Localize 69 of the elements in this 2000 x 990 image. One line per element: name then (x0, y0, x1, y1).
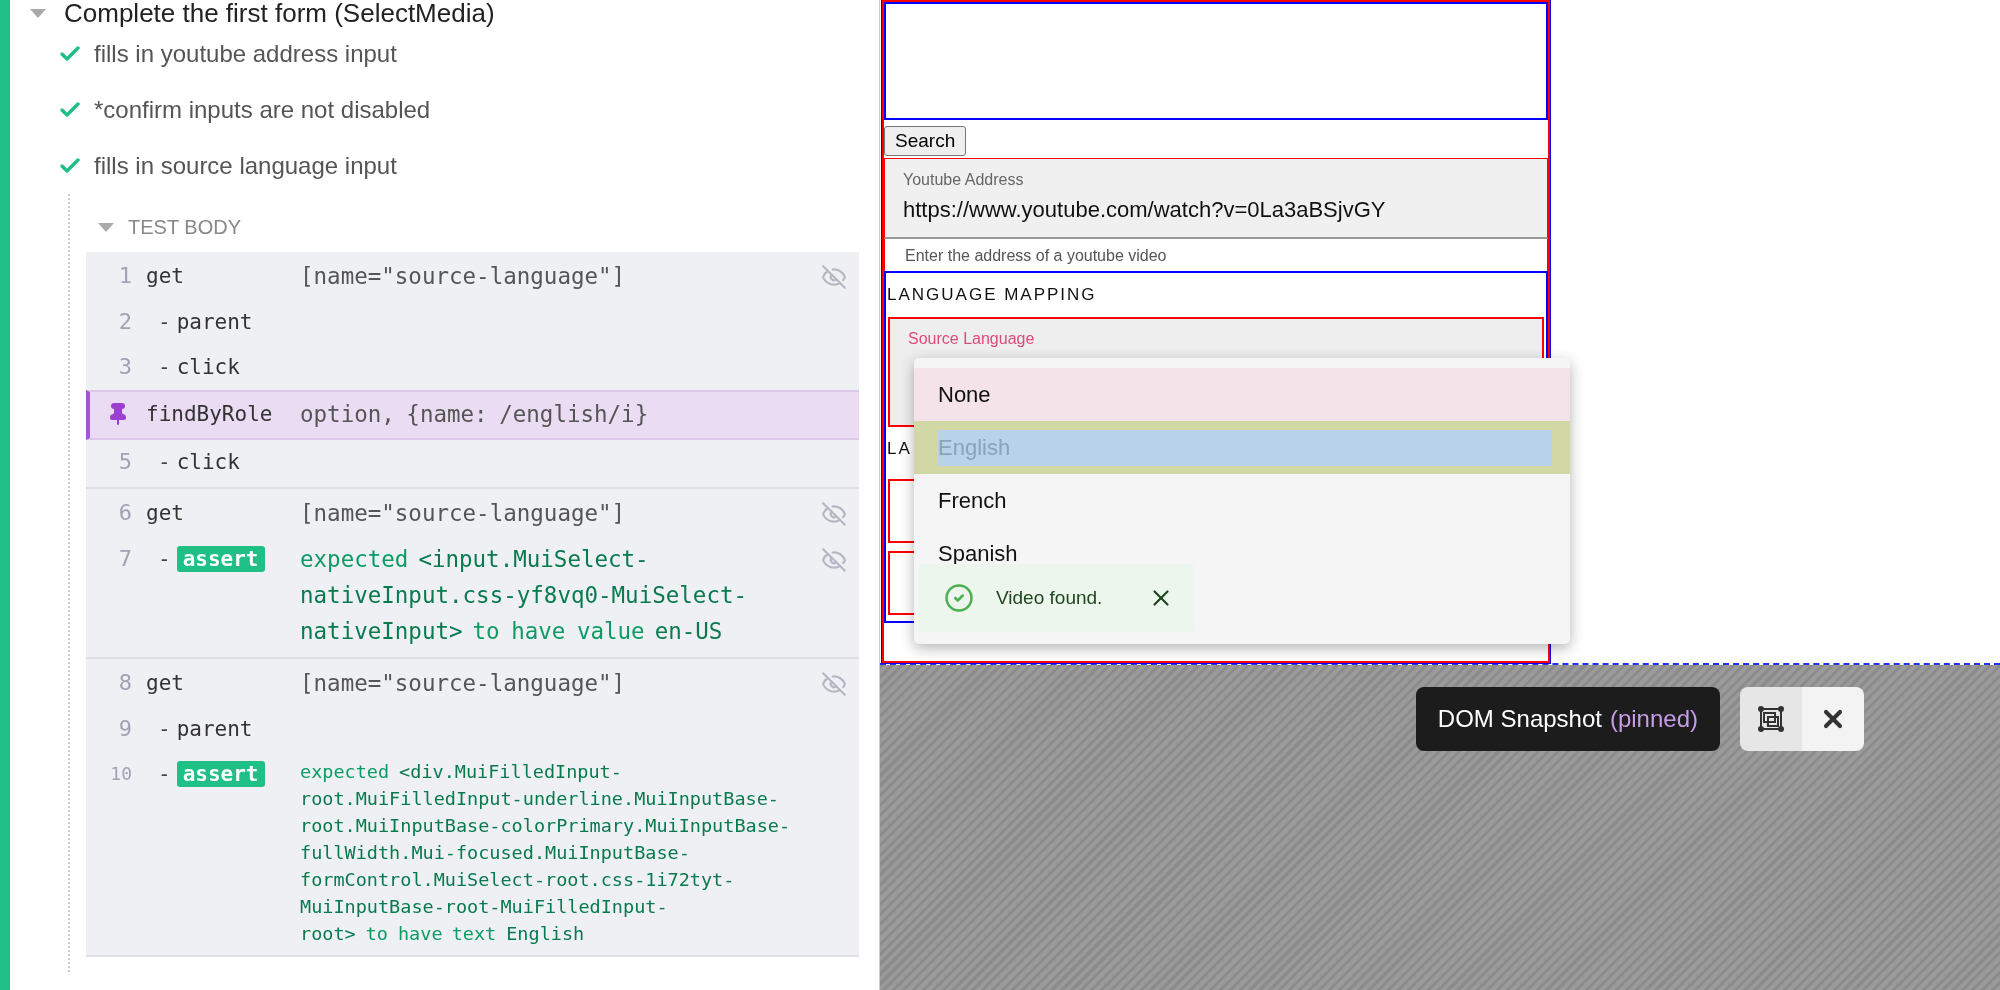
search-button[interactable]: Search (884, 126, 967, 156)
dash-text: - (157, 449, 171, 476)
line-number: 10 (109, 762, 133, 786)
dash-text: - (157, 309, 171, 336)
test-title[interactable]: fills in youtube address input (94, 40, 397, 68)
command-name: get (146, 670, 184, 697)
command-name: parent (176, 309, 253, 336)
suite-row[interactable]: Complete the first form (SelectMedia) (30, 0, 879, 26)
line-number: 3 (117, 353, 133, 381)
eye-off-icon[interactable] (821, 671, 847, 697)
snapshot-title: DOM Snapshot (1437, 705, 1602, 733)
dash-text: - (157, 354, 171, 381)
command-name: get (146, 500, 184, 527)
field-label: Source Language (908, 330, 1035, 347)
line-number: 7 (117, 545, 133, 573)
field-label: Youtube Address (903, 171, 1025, 189)
caret-icon[interactable] (98, 222, 114, 232)
command-row[interactable]: 9 - parent (86, 707, 859, 752)
line-number: 1 (117, 262, 133, 290)
line-number: 8 (117, 669, 133, 697)
close-button[interactable] (1802, 687, 1864, 751)
line-number: 2 (117, 308, 133, 336)
snackbar-message: Video found. (996, 587, 1104, 609)
eye-off-icon[interactable] (821, 264, 847, 290)
command-message: expected <input.MuiSelect-nativeInput.css-yf8vq0-MuiSelect-nativeInput> to have value en-US (300, 545, 749, 646)
dash-text: - (157, 761, 171, 788)
command-row[interactable]: 2 - parent (86, 300, 859, 345)
command-message: expected <div.MuiFilledInput-root.MuiFilledInput-underline.MuiInputBase-root.MuiInputBase-colorPrimary.MuiInputBase-fullWidth.Mui-focused.MuiInputBase-formControl.MuiSelect-root.css-1i72tyt-MuiInputBase-root-MuiFilledInput-root> to have text English (300, 760, 792, 946)
field-value: https://www.youtube.com/watch?v=0La3aBSjvGY (903, 196, 1387, 224)
command-row[interactable]: 3 - click (86, 345, 859, 390)
command-message: option, {name: /english/i} (300, 400, 650, 429)
eye-off-icon[interactable] (821, 547, 847, 573)
command-row[interactable]: 8 get [name="source-language"] (86, 661, 859, 707)
command-name: get (146, 263, 184, 290)
command-row[interactable]: 6 get [name="source-language"] (86, 491, 859, 537)
test-title[interactable]: fills in source language input (94, 152, 397, 180)
section-heading: LA (886, 438, 912, 460)
command-name: click (176, 449, 240, 476)
eye-off-icon[interactable] (821, 501, 847, 527)
youtube-address-field[interactable]: Youtube Address https://www.youtube.com/watch?v=0La3aBSjvGY (884, 158, 1548, 239)
menu-option[interactable]: French (914, 474, 1570, 527)
command-name: findByRole (146, 401, 273, 428)
command-name: parent (176, 716, 253, 743)
assert-badge: assert (176, 546, 265, 572)
command-row[interactable]: 5 - click (86, 440, 859, 485)
test-body-label: TEST BODY (128, 215, 241, 239)
command-message: [name="source-language"] (300, 262, 627, 291)
test-title[interactable]: *confirm inputs are not disabled (94, 96, 431, 124)
line-number: 6 (117, 499, 133, 527)
success-icon (944, 583, 974, 613)
frame-icon (1757, 705, 1785, 733)
assert-badge: assert (176, 761, 265, 787)
snapshot-status: (pinned) (1609, 705, 1698, 733)
command-row[interactable]: 7 - assert expected <input.MuiSelect-nativeInput.css-yf8vq0-MuiSelect-nativeInput> to have value en-US (86, 537, 859, 655)
command-name: click (176, 354, 240, 381)
menu-option[interactable]: Spanish (914, 527, 1570, 580)
command-row[interactable]: 1 get [name="source-language"] (86, 254, 859, 300)
command-message: [name="source-language"] (300, 669, 627, 698)
command-message: [name="source-language"] (300, 499, 627, 528)
highlight-toggle-button[interactable] (1740, 687, 1802, 751)
dash-text: - (157, 546, 171, 573)
section-heading: LANGUAGE MAPPING (886, 284, 1097, 306)
helper-text: Enter the address of a youtube video (884, 239, 1548, 271)
line-number: 5 (117, 448, 133, 476)
pinned-command-row[interactable]: findByRole option, {name: /english/i} (86, 390, 859, 440)
menu-option[interactable]: None (914, 368, 1570, 421)
suite-title: Complete the first form (SelectMedia) (64, 0, 495, 29)
dash-text: - (157, 716, 171, 743)
line-number: 9 (117, 715, 133, 743)
